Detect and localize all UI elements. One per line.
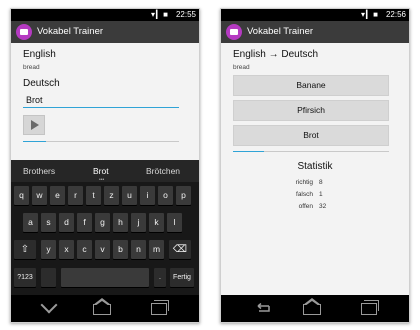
home-icon-body (93, 304, 111, 315)
prompt-word: bread (233, 64, 250, 71)
suggestion-item[interactable]: Brot (93, 166, 109, 176)
answer-input[interactable]: Brot (23, 93, 179, 108)
back-icon[interactable] (253, 303, 271, 313)
key[interactable]: v (95, 240, 110, 259)
main-content: English → Deutsch bread Banane Pfirsich … (221, 43, 409, 300)
key[interactable]: t (86, 186, 101, 205)
key[interactable]: l (167, 213, 182, 232)
action-bar: Vokabel Trainer (11, 21, 199, 43)
key[interactable]: c (77, 240, 92, 259)
action-bar: Vokabel Trainer (221, 21, 409, 43)
navigation-bar (11, 295, 199, 322)
progress-bar (233, 151, 389, 152)
source-language-label: English (23, 49, 56, 60)
status-bar: ▾▎■ 22:55 (11, 9, 199, 21)
stat-value: 8 (319, 179, 323, 186)
phone-screen-quiz: ▾▎■ 22:56 Vokabel Trainer English → Deut… (220, 8, 410, 323)
answer-input-value: Brot (26, 95, 43, 105)
backspace-key-icon[interactable]: ⌫ (169, 240, 191, 259)
key[interactable]: s (41, 213, 56, 232)
app-title: Vokabel Trainer (37, 26, 104, 37)
app-logo-icon[interactable] (226, 24, 242, 40)
progress-fill (23, 141, 47, 142)
navigation-bar (221, 295, 409, 322)
key[interactable]: z (104, 186, 119, 205)
key[interactable]: o (158, 186, 173, 205)
stat-label: richtig (295, 179, 313, 186)
done-key[interactable]: Fertig (170, 268, 194, 287)
play-button[interactable] (23, 115, 45, 135)
stat-label: offen (298, 203, 313, 210)
key[interactable]: p (176, 186, 191, 205)
choice-button[interactable]: Banane (233, 75, 389, 96)
space-key[interactable] (61, 268, 149, 287)
hide-keyboard-icon[interactable] (40, 296, 58, 314)
key[interactable]: m (149, 240, 164, 259)
key[interactable]: g (95, 213, 110, 232)
key[interactable]: r (68, 186, 83, 205)
key[interactable]: n (131, 240, 146, 259)
progress-bar (23, 141, 179, 142)
statistics-title: Statistik (297, 161, 333, 172)
main-content: English bread Deutsch Brot (11, 43, 199, 160)
stat-value: 1 (319, 191, 323, 198)
key[interactable]: x (59, 240, 74, 259)
status-time: 22:55 (175, 10, 196, 19)
target-language-label: Deutsch (23, 78, 60, 89)
key[interactable]: e (50, 186, 65, 205)
key[interactable]: i (140, 186, 155, 205)
recent-apps-icon[interactable] (361, 303, 377, 315)
app-title: Vokabel Trainer (247, 26, 314, 37)
key[interactable]: q (14, 186, 29, 205)
key[interactable]: b (113, 240, 128, 259)
home-icon-body (303, 304, 321, 315)
progress-fill (233, 151, 265, 152)
suggestion-item[interactable]: Brötchen (146, 166, 180, 176)
symbols-key[interactable]: ?123 (14, 268, 36, 287)
key[interactable]: a (23, 213, 38, 232)
soft-keyboard: q w e r t z u i o p a s d f g h j k l ⇧ … (11, 182, 199, 295)
key[interactable]: k (149, 213, 164, 232)
period-key[interactable]: . (154, 268, 166, 287)
choice-button[interactable]: Pfirsich (233, 100, 389, 121)
comma-key[interactable] (41, 268, 56, 287)
recent-apps-icon[interactable] (151, 303, 167, 315)
key[interactable]: h (113, 213, 128, 232)
stat-value: 32 (319, 203, 327, 210)
shift-key-icon[interactable]: ⇧ (14, 240, 36, 259)
key[interactable]: j (131, 213, 146, 232)
choice-button[interactable]: Brot (233, 125, 389, 146)
suggestion-strip: Brothers Brot ••• Brötchen (11, 160, 199, 183)
key[interactable]: d (59, 213, 74, 232)
status-icons: ▾▎■ (151, 10, 169, 19)
status-time: 22:56 (385, 10, 406, 19)
direction-heading: English → Deutsch (233, 49, 319, 60)
key[interactable]: u (122, 186, 137, 205)
key[interactable]: y (41, 240, 56, 259)
prompt-word: bread (23, 64, 40, 71)
suggestion-item[interactable]: Brothers (23, 166, 55, 176)
key[interactable]: f (77, 213, 92, 232)
app-logo-icon[interactable] (16, 24, 32, 40)
status-icons: ▾▎■ (361, 10, 379, 19)
stat-label: falsch (296, 191, 313, 198)
key[interactable]: w (32, 186, 47, 205)
phone-screen-typing: ▾▎■ 22:55 Vokabel Trainer English bread … (10, 8, 200, 323)
status-bar: ▾▎■ 22:56 (221, 9, 409, 21)
